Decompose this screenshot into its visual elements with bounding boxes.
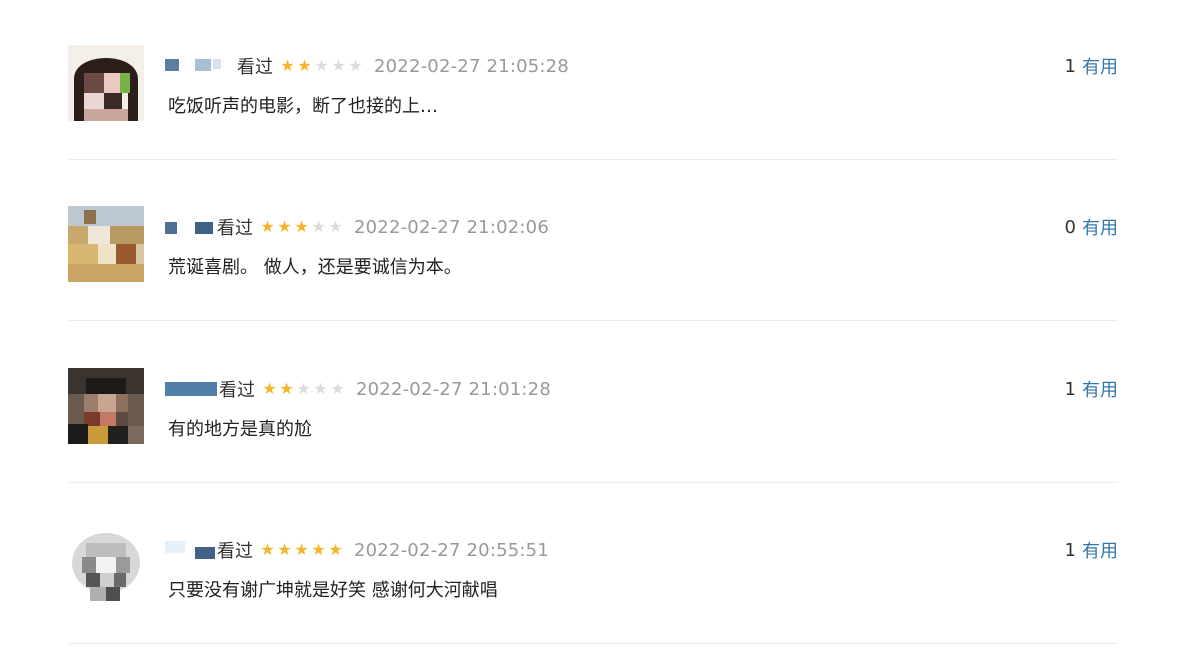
vote-count: 1	[1064, 55, 1076, 77]
comment-header: 看过 ★ ★ ★ ★ ★ 2022-02-27 21:02:06	[165, 214, 549, 240]
divider	[68, 320, 1118, 321]
watch-status: 看过	[217, 541, 253, 562]
comment-item: 看过 ★ ★ ★ ★ ★ 2022-02-27 21:01:28 1 有用 有的地方是真…	[68, 322, 1118, 483]
useful-vote: 1 有用	[1065, 53, 1118, 79]
rating-stars: ★ ★ ★ ★ ★	[279, 58, 364, 74]
comment-item: 看过 ★ ★ ★ ★ ★ 2022-02-27 21:02:06 0 有用 荒诞喜剧。 …	[68, 160, 1118, 321]
comment-time: 2022-02-27 21:02:06	[354, 216, 549, 238]
comment-text: 吃饭听声的电影，断了也接的上…	[168, 96, 438, 117]
avatar[interactable]	[68, 206, 144, 282]
rating-stars: ★ ★ ★ ★ ★	[259, 542, 344, 558]
comment-item: 看过 ★ ★ ★ ★ ★ 2022-02-27 21:05:28 1 有用 吃饭听声的电…	[68, 0, 1118, 160]
star-icon: ★	[331, 56, 346, 75]
comment-item: 看过 ★ ★ ★ ★ ★ 2022-02-27 20:55:51 1 有用 只要没有谢广…	[68, 483, 1118, 644]
star-icon: ★	[260, 540, 275, 559]
comment-text: 有的地方是真的尬	[168, 419, 312, 440]
avatar[interactable]	[68, 368, 144, 444]
star-icon: ★	[262, 379, 277, 398]
rating-stars: ★ ★ ★ ★ ★	[261, 381, 346, 397]
useful-button[interactable]: 有用	[1082, 537, 1118, 563]
comment-time: 2022-02-27 21:05:28	[374, 55, 569, 77]
username-redacted[interactable]	[165, 380, 217, 398]
avatar[interactable]	[68, 529, 144, 605]
username-redacted[interactable]	[165, 541, 215, 559]
star-icon: ★	[294, 217, 309, 236]
comment-text: 只要没有谢广坤就是好笑 感谢何大河献唱	[168, 580, 498, 601]
vote-count: 0	[1064, 216, 1076, 238]
star-icon: ★	[314, 56, 329, 75]
star-icon: ★	[328, 217, 343, 236]
star-icon: ★	[311, 540, 326, 559]
watch-status: 看过	[217, 218, 253, 239]
star-icon: ★	[313, 379, 328, 398]
useful-vote: 1 有用	[1065, 537, 1118, 563]
star-icon: ★	[279, 379, 294, 398]
avatar[interactable]	[68, 45, 144, 121]
star-icon: ★	[311, 217, 326, 236]
useful-button[interactable]: 有用	[1082, 53, 1118, 79]
star-icon: ★	[330, 379, 345, 398]
useful-vote: 1 有用	[1065, 376, 1118, 402]
useful-button[interactable]: 有用	[1082, 214, 1118, 240]
comment-header: 看过 ★ ★ ★ ★ ★ 2022-02-27 21:05:28	[165, 53, 569, 79]
username-redacted[interactable]	[165, 57, 235, 75]
comment-time: 2022-02-27 20:55:51	[354, 539, 549, 561]
star-icon: ★	[328, 540, 343, 559]
divider	[68, 643, 1118, 644]
comment-time: 2022-02-27 21:01:28	[356, 378, 551, 400]
username-redacted[interactable]	[165, 218, 215, 236]
star-icon: ★	[277, 540, 292, 559]
star-icon: ★	[348, 56, 363, 75]
comment-header: 看过 ★ ★ ★ ★ ★ 2022-02-27 20:55:51	[165, 537, 549, 563]
rating-stars: ★ ★ ★ ★ ★	[259, 219, 344, 235]
comment-text: 荒诞喜剧。 做人，还是要诚信为本。	[168, 257, 462, 278]
useful-button[interactable]: 有用	[1082, 376, 1118, 402]
star-icon: ★	[277, 217, 292, 236]
star-icon: ★	[294, 540, 309, 559]
vote-count: 1	[1064, 378, 1076, 400]
watch-status: 看过	[237, 57, 273, 78]
vote-count: 1	[1064, 539, 1076, 561]
useful-vote: 0 有用	[1065, 214, 1118, 240]
star-icon: ★	[280, 56, 295, 75]
star-icon: ★	[260, 217, 275, 236]
star-icon: ★	[297, 56, 312, 75]
star-icon: ★	[296, 379, 311, 398]
comment-header: 看过 ★ ★ ★ ★ ★ 2022-02-27 21:01:28	[165, 376, 551, 402]
watch-status: 看过	[219, 380, 255, 401]
